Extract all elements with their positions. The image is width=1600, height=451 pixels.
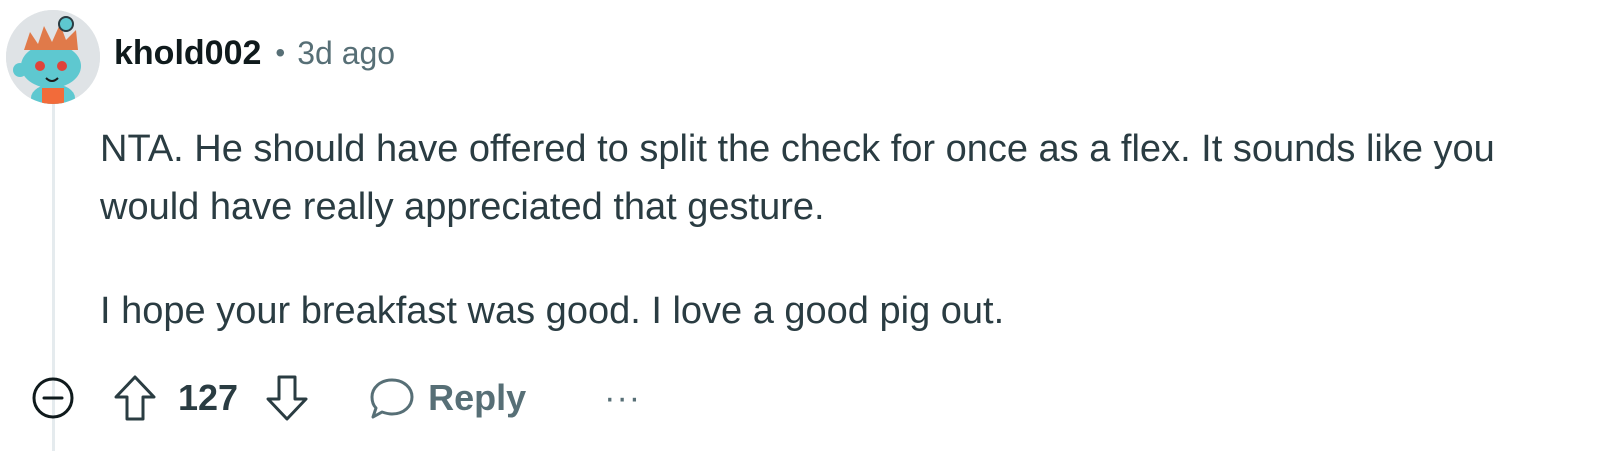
avatar[interactable]	[6, 10, 100, 104]
comment-body: NTA. He should have offered to split the…	[100, 120, 1540, 340]
reply-button[interactable]: Reply	[368, 375, 526, 421]
collapse-minus-icon	[32, 377, 74, 419]
downvote-button[interactable]	[264, 373, 310, 423]
username[interactable]: khold002	[114, 34, 261, 73]
more-options-button[interactable]: ···	[604, 379, 641, 418]
upvote-arrow-icon	[114, 375, 156, 421]
comment-paragraph: I hope your breakfast was good. I love a…	[100, 290, 1005, 332]
upvote-button[interactable]	[112, 373, 158, 423]
reply-label: Reply	[428, 377, 527, 418]
action-bar: 127 Reply ···	[30, 370, 641, 426]
comment-header: khold002 • 3d ago	[114, 30, 395, 76]
snoo-avatar-icon	[6, 10, 100, 104]
timestamp[interactable]: 3d ago	[297, 35, 395, 72]
vote-score: 127	[178, 377, 239, 418]
meta-separator: •	[275, 37, 286, 68]
downvote-arrow-icon	[266, 375, 308, 421]
comment: khold002 • 3d ago NTA. He should have of…	[0, 0, 1600, 451]
collapse-button[interactable]	[30, 375, 76, 421]
comment-paragraph: NTA. He should have offered to split the…	[100, 128, 1495, 228]
speech-bubble-icon	[370, 378, 414, 419]
